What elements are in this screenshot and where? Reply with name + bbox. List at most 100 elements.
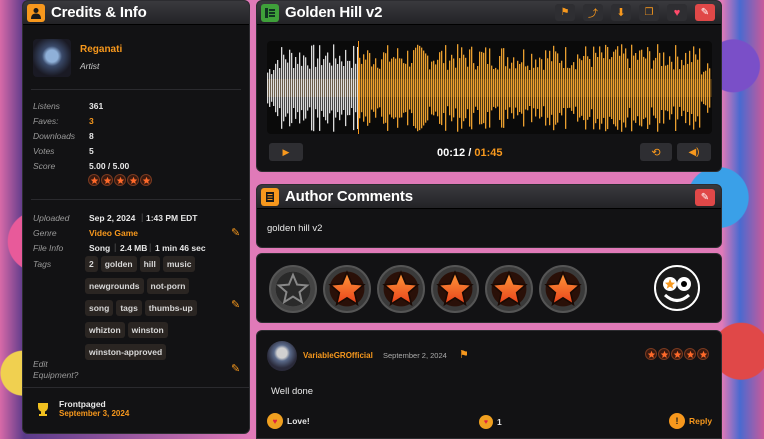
uploaded-time: 1:43 PM EDT xyxy=(146,213,198,223)
stat-label: Listens xyxy=(33,101,60,111)
tag-item[interactable]: whizton xyxy=(85,322,125,338)
vote-star-icon[interactable] xyxy=(431,265,479,313)
review-text: Well done xyxy=(271,386,314,397)
stat-row: Faves: 3 xyxy=(33,116,233,128)
pencil-icon: ✎ xyxy=(700,192,710,203)
share-button[interactable]: ⤴ xyxy=(583,4,603,21)
waveform[interactable] xyxy=(267,41,712,134)
stat-label: Votes xyxy=(33,146,55,156)
stat-value: 5.00 / 5.00 xyxy=(89,161,130,171)
reaction-icon: ♥ xyxy=(479,415,493,429)
playlist-button[interactable]: ❐ xyxy=(639,4,659,21)
edit-genre-icon[interactable]: ✎ xyxy=(231,226,240,239)
reaction-count-value: 1 xyxy=(497,417,502,427)
edit-tags-icon[interactable]: ✎ xyxy=(231,298,240,311)
reaction-count[interactable]: ♥ 1 xyxy=(479,415,502,429)
reply-button[interactable]: ! Reply xyxy=(669,413,712,429)
audio-icon xyxy=(261,3,279,22)
frontpaged-label: Frontpaged xyxy=(59,399,106,409)
author-comments-title: Author Comments xyxy=(285,188,413,205)
separator: | xyxy=(141,212,144,222)
stat-label: Faves: xyxy=(33,116,59,126)
tag-item[interactable]: not-porn xyxy=(146,278,190,294)
artist-role: Artist xyxy=(80,61,100,71)
frontpage-flag-icon: ⚑ xyxy=(459,349,469,361)
pencil-icon: ✎ xyxy=(700,7,710,18)
stat-row: Votes 5 xyxy=(33,146,233,158)
loop-button[interactable]: ⟲ xyxy=(640,143,672,161)
star-icon xyxy=(127,174,139,186)
play-button[interactable]: ▶ xyxy=(269,143,303,161)
tag-item[interactable]: 2 xyxy=(85,256,98,272)
tag-item[interactable]: tags xyxy=(116,300,142,316)
credits-header: Credits & Info xyxy=(23,1,249,25)
playlist-icon: ❐ xyxy=(644,7,654,18)
review-stars xyxy=(645,348,710,360)
artist-avatar[interactable] xyxy=(33,39,71,77)
tag-item[interactable]: winston-approved xyxy=(85,344,167,360)
player-header: Golden Hill v2 ⚑ ⤴ ⬇ ❐ ♥ ✎ xyxy=(257,1,721,25)
tag-item[interactable]: winston xyxy=(127,322,168,338)
mascot-icon xyxy=(651,262,703,314)
vote-star-icon[interactable] xyxy=(323,265,371,313)
loop-icon: ⟲ xyxy=(651,146,661,159)
player-panel: Golden Hill v2 ⚑ ⤴ ⬇ ❐ ♥ ✎ ▶ 00:12 / 01:… xyxy=(256,0,722,172)
reviewer-name[interactable]: VariableGROfficial xyxy=(303,351,373,360)
play-icon: ▶ xyxy=(282,146,290,157)
vote-star-icon[interactable] xyxy=(377,265,425,313)
uploaded-date: Sep 2, 2024 xyxy=(89,213,136,223)
vote-panel xyxy=(256,253,722,323)
stat-label: Downloads xyxy=(33,131,76,141)
uploaded-label: Uploaded xyxy=(33,213,70,223)
flag-button[interactable]: ⚑ xyxy=(555,4,575,21)
time-separator: / xyxy=(468,147,472,159)
separator: | xyxy=(114,242,117,252)
heart-eyes-icon: ♥ xyxy=(267,413,283,429)
tag-item[interactable]: hill xyxy=(139,256,160,272)
star-icon xyxy=(88,174,100,186)
vote-star-icon[interactable] xyxy=(539,265,587,313)
edit-equipment-icon[interactable]: ✎ xyxy=(231,362,240,375)
tag-item[interactable]: song xyxy=(85,300,114,316)
reviewer-avatar[interactable] xyxy=(267,341,297,371)
divider xyxy=(31,199,241,200)
tag-item[interactable]: music xyxy=(162,256,196,272)
frontpage-trophy-icon xyxy=(35,401,51,417)
vote-clear-icon[interactable] xyxy=(269,265,317,313)
stat-label: Score xyxy=(33,161,56,171)
vote-star-icon[interactable] xyxy=(485,265,533,313)
edit-label[interactable]: Edit xyxy=(33,359,48,369)
download-button[interactable]: ⬇ xyxy=(611,4,631,21)
star-icon xyxy=(658,348,670,360)
author-comments-header: Author Comments ✎ xyxy=(257,185,721,209)
stat-value: 3 xyxy=(89,116,94,126)
star-icon xyxy=(140,174,152,186)
divider xyxy=(31,89,241,90)
stat-value: 8 xyxy=(89,131,94,141)
favorite-button[interactable]: ♥ xyxy=(667,4,687,21)
edit-button[interactable]: ✎ xyxy=(695,4,715,21)
flag-icon: ⚑ xyxy=(560,7,570,18)
divider xyxy=(23,387,249,388)
fileinfo-label: File Info xyxy=(33,243,64,253)
tag-item[interactable]: golden xyxy=(100,256,137,272)
edit-comments-button[interactable]: ✎ xyxy=(695,189,715,206)
heart-icon: ♥ xyxy=(673,6,681,19)
volume-button[interactable]: ◀) xyxy=(677,143,711,161)
author-comments-text: golden hill v2 xyxy=(267,223,323,234)
genre-value[interactable]: Video Game xyxy=(89,228,138,238)
share-icon: ⤴ xyxy=(588,9,598,20)
tags-list: 2 golden hill music newgrounds not-porn song ta… xyxy=(85,256,215,366)
stat-row: Downloads 8 xyxy=(33,131,233,143)
volume-icon: ◀) xyxy=(688,146,700,158)
current-time: 00:12 xyxy=(437,147,466,159)
equipment-label[interactable]: Equipment? xyxy=(33,370,78,380)
tag-item[interactable]: newgrounds xyxy=(85,278,144,294)
review-panel: VariableGROfficial September 2, 2024 ⚑ W… xyxy=(256,330,722,439)
user-icon xyxy=(27,3,45,22)
star-icon xyxy=(114,174,126,186)
love-button[interactable]: ♥ Love! xyxy=(267,413,310,429)
artist-name[interactable]: Reganati xyxy=(80,44,122,55)
tag-item[interactable]: thumbs-up xyxy=(144,300,197,316)
star-icon xyxy=(101,174,113,186)
